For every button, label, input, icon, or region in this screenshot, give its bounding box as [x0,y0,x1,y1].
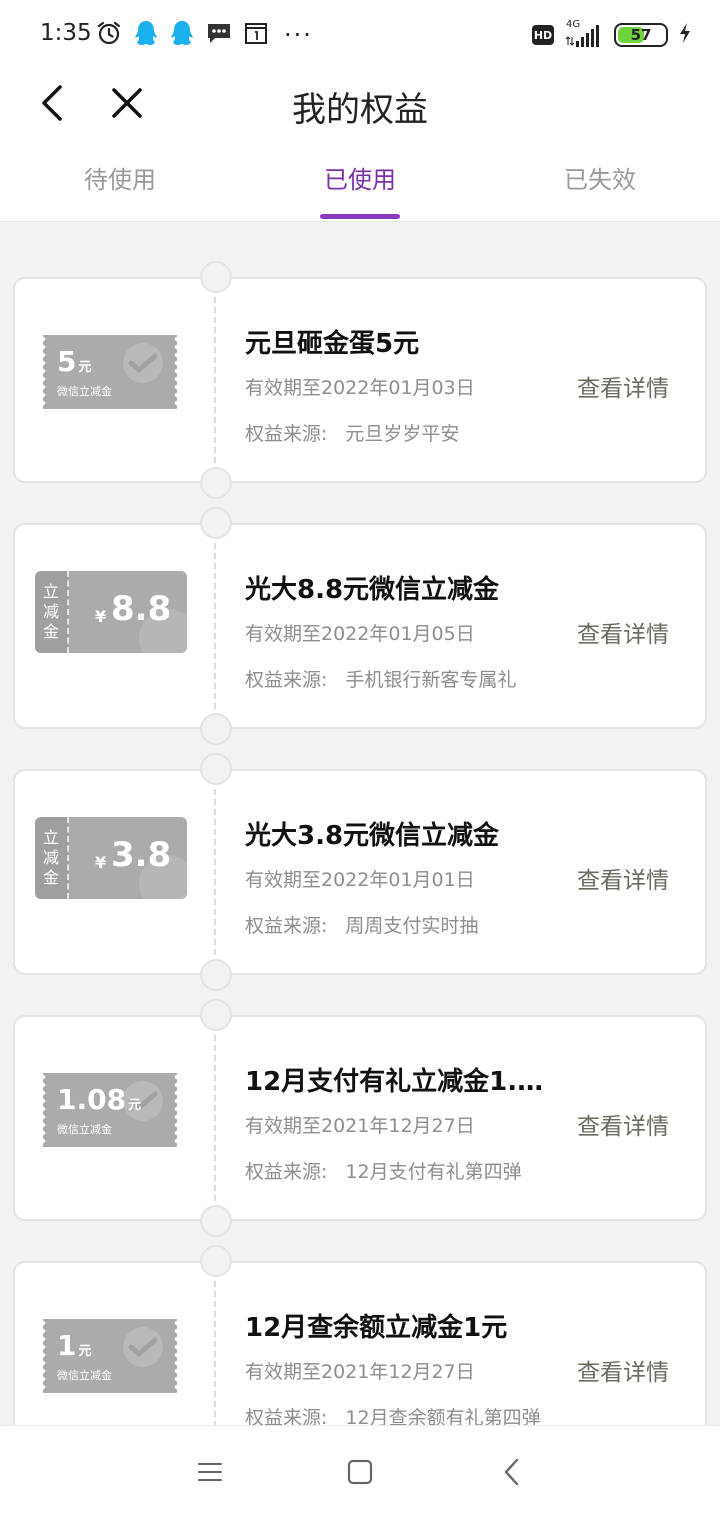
coupon-expiry: 有效期至2022年01月03日 [245,377,475,399]
tab-bar: 待使用 已使用 已失效 [0,140,720,222]
hd-badge: HD [532,25,554,45]
battery-level: 57 [630,26,652,44]
currency-symbol: ¥ [95,853,107,872]
qq-icon [170,19,194,51]
home-icon [346,1458,374,1490]
coupon-source: 权益来源: 12月支付有礼第四弹 [245,1161,522,1183]
coupon-amount: 3.8 [111,835,172,875]
coupon-expiry: 有效期至2022年01月01日 [245,869,475,891]
ticket-notch [200,1205,232,1237]
ticket-notch [200,1245,232,1277]
qq-icon [134,19,158,51]
coupon-expiry: 有效期至2021年12月27日 [245,1361,475,1383]
coupon-card[interactable]: 1元 微信立减金 12月查余额立减金1元 有效期至2021年12月27日 权益来… [13,1245,707,1425]
coupon-type: 微信立减金 [57,1123,112,1136]
message-icon [206,21,232,49]
coupon-thumbnail: 5元 微信立减金 [35,325,187,419]
coupon-type: 立减金 [35,571,69,653]
coupon-title: 12月支付有礼立减金1.… [245,1067,544,1097]
currency-symbol: ¥ [95,607,107,626]
coupon-thumbnail: 1元 微信立减金 [35,1309,187,1403]
wechat-coupon-ticket: 1元 微信立减金 [40,1319,180,1393]
coupon-type: 微信立减金 [57,1369,112,1382]
ticket-notch [200,713,232,745]
coupon-title: 12月查余额立减金1元 [245,1313,508,1343]
coupon-list[interactable]: 5元 微信立减金 元旦砸金蛋5元 有效期至2022年01月03日 权益来源: 元旦… [0,222,720,1425]
coupon-type: 微信立减金 [57,385,112,398]
coupon-type: 立减金 [35,817,69,899]
coupon-title: 元旦砸金蛋5元 [245,329,420,359]
view-details-button[interactable]: 查看详情 [577,861,669,895]
view-details-button[interactable]: 查看详情 [577,1353,669,1387]
coupon-thumbnail: 立减金 ¥ 3.8 [35,817,187,911]
active-tab-indicator [320,214,400,219]
menu-button[interactable] [190,1456,230,1492]
wechat-pay-icon [123,1327,163,1367]
tab-used[interactable]: 已使用 [240,160,480,195]
calendar-icon [244,21,268,49]
status-system-icons: HD 4G 57 [532,18,692,52]
coupon-amount: 1元 [57,1329,92,1362]
wechat-pay-icon [123,343,163,383]
status-time: 1:35 [40,20,92,46]
back-icon [502,1457,522,1491]
tab-expired[interactable]: 已失效 [480,160,720,195]
coupon-source: 权益来源: 元旦岁岁平安 [245,423,460,445]
status-bar: 1:35 ··· HD 4G 57 [0,0,720,70]
app-header: 我的权益 [0,70,720,140]
view-details-button[interactable]: 查看详情 [577,1107,669,1141]
view-details-button[interactable]: 查看详情 [577,615,669,649]
wechat-coupon-ticket: 1.08 元 微信立减金 [40,1073,180,1147]
coupon-card[interactable]: 1.08 元 微信立减金 12月支付有礼立减金1.… 有效期至2021年12月27… [13,999,707,1237]
signal-icon: 4G [564,19,604,49]
coupon-source: 权益来源: 12月查余额有礼第四弹 [245,1407,541,1425]
coupon-source: 权益来源: 手机银行新客专属礼 [245,669,517,691]
coupon-amount: 5元 [57,345,92,378]
system-nav-bar [0,1425,720,1520]
ticket-divider [214,543,216,709]
coupon-thumbnail: 1.08 元 微信立减金 [35,1063,187,1157]
ticket-notch [200,999,232,1031]
status-notification-icons: ··· [96,18,313,52]
ticket-divider [214,1035,216,1201]
lijianjin-coupon-ticket: 立减金 ¥ 8.8 [35,571,187,653]
home-button[interactable] [340,1456,380,1492]
coupon-title: 光大3.8元微信立减金 [245,821,500,851]
coupon-thumbnail: 立减金 ¥ 8.8 [35,571,187,665]
coupon-title: 光大8.8元微信立减金 [245,575,500,605]
charging-icon [678,22,692,48]
coupon-card[interactable]: 立减金 ¥ 3.8 光大3.8元微信立减金 有效期至2022年01月01日 权益… [13,753,707,991]
coupon-card[interactable]: 立减金 ¥ 8.8 光大8.8元微信立减金 有效期至2022年01月05日 权益… [13,507,707,745]
nav-back-button[interactable] [492,1456,532,1492]
coupon-amount: 8.8 [111,589,172,629]
wechat-coupon-ticket: 5元 微信立减金 [40,335,180,409]
page-title: 我的权益 [292,90,428,130]
lijianjin-coupon-ticket: 立减金 ¥ 3.8 [35,817,187,899]
ticket-divider [214,297,216,463]
ticket-divider [214,789,216,955]
ticket-notch [200,507,232,539]
coupon-expiry: 有效期至2021年12月27日 [245,1115,475,1137]
battery-indicator: 57 [614,23,668,47]
ticket-notch [200,753,232,785]
ticket-notch [200,261,232,293]
alarm-icon [96,20,122,50]
more-dots-icon: ··· [284,21,313,49]
screen: 1:35 ··· HD 4G 57 我的权益 待使用 已使用 已失效 5 元 微… [0,0,720,1520]
ticket-divider [214,1281,216,1425]
coupon-card[interactable]: 5元 微信立减金 元旦砸金蛋5元 有效期至2022年01月03日 权益来源: 元旦… [13,261,707,499]
tab-pending[interactable]: 待使用 [0,160,240,195]
ticket-notch [200,959,232,991]
menu-icon [197,1461,223,1487]
ticket-notch [200,467,232,499]
coupon-amount: 1.08 元 [57,1083,142,1116]
coupon-source: 权益来源: 周周支付实时抽 [245,915,479,937]
coupon-expiry: 有效期至2022年01月05日 [245,623,475,645]
view-details-button[interactable]: 查看详情 [577,369,669,403]
